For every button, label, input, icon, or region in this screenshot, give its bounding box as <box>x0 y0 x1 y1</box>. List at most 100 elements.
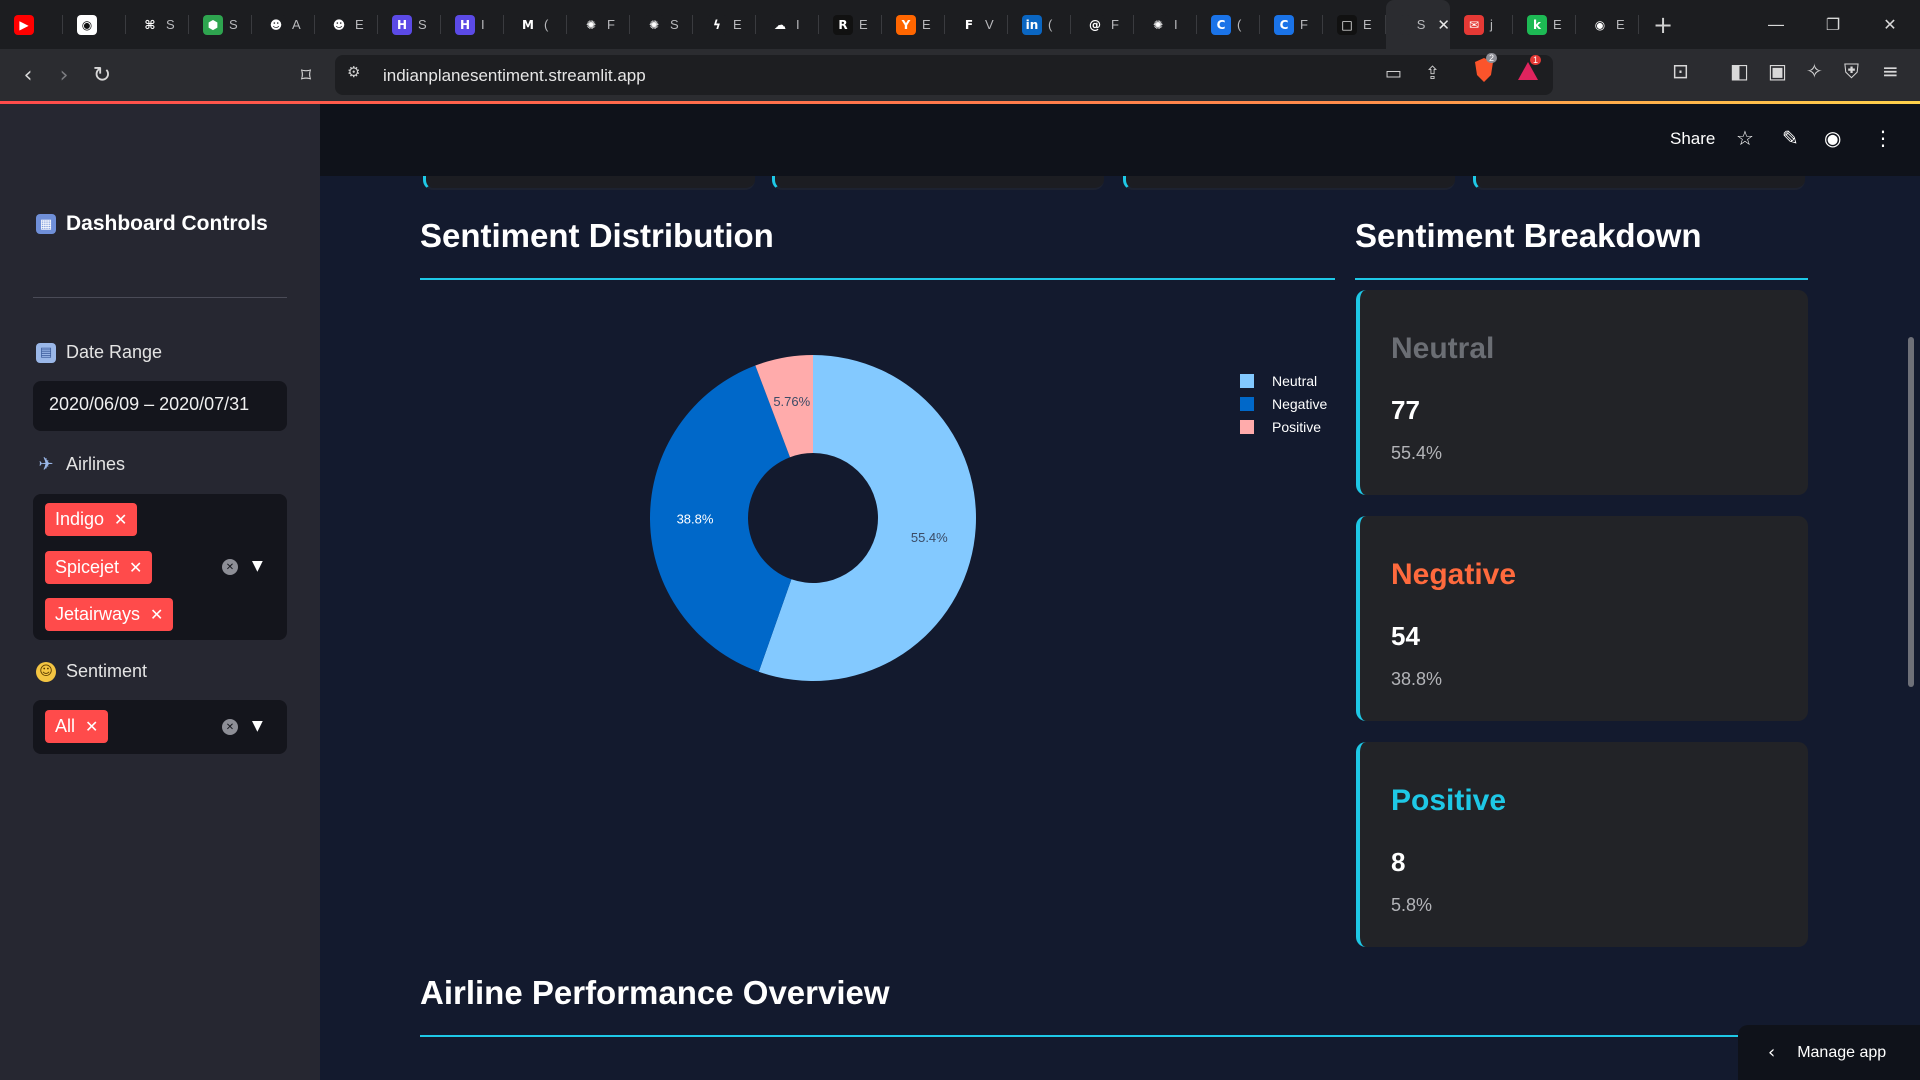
github-icon: ◉ <box>1590 14 1610 35</box>
metric-card-edge <box>1473 176 1805 190</box>
sentiment-donut-chart[interactable]: 55.4% 38.8% 5.76% Neutral Negative Positive <box>320 104 1340 744</box>
airline-chip[interactable]: Spicejet ✕ <box>45 551 153 584</box>
address-bar[interactable]: ⚙ indianplanesentiment.streamlit.app ▭ ⇪ <box>335 55 1553 95</box>
openai-icon: ✺ <box>581 14 601 35</box>
share-page-icon[interactable]: ⇪ <box>1425 63 1440 84</box>
site-info-icon[interactable]: ⚙ <box>347 63 360 81</box>
sidebar-divider <box>33 297 287 298</box>
remove-chip-icon[interactable]: ✕ <box>114 510 127 529</box>
browser-tab[interactable]: S ✕ <box>1386 0 1450 49</box>
browser-tab[interactable]: YE <box>882 0 945 49</box>
github-icon[interactable]: ◉ <box>1824 126 1841 150</box>
manage-app-label: Manage app <box>1797 1043 1887 1061</box>
new-tab-button[interactable]: + <box>1653 11 1673 39</box>
browser-tab[interactable]: ✺ I <box>1134 0 1197 49</box>
sidebar-toggle-icon[interactable]: ◧ <box>1730 59 1749 83</box>
airline-chip[interactable]: Jetairways ✕ <box>45 598 174 631</box>
airlines-multiselect[interactable]: Indigo ✕ Spicejet ✕ Jetairways ✕ ✕ ▼ <box>33 494 287 640</box>
chevron-down-icon[interactable]: ▼ <box>252 558 263 574</box>
clear-all-icon[interactable]: ✕ <box>222 719 238 735</box>
browser-tab[interactable]: ✺ S <box>630 0 693 49</box>
more-options-icon[interactable]: ⋮ <box>1873 126 1893 150</box>
browser-tab[interactable]: M( <box>504 0 567 49</box>
close-tab-icon[interactable]: ✕ <box>1437 16 1450 34</box>
remove-chip-icon[interactable]: ✕ <box>129 558 142 577</box>
menu-icon[interactable]: ≡ <box>1882 59 1899 83</box>
tab-title: A <box>292 17 301 32</box>
legend-swatch[interactable] <box>1240 374 1254 388</box>
browser-tab[interactable]: ◉ E <box>1576 0 1639 49</box>
command-icon: ⌘ <box>140 14 160 35</box>
clear-all-icon[interactable]: ✕ <box>222 559 238 575</box>
browser-tab[interactable]: ☁ I <box>756 0 819 49</box>
chevron-down-icon[interactable]: ▼ <box>252 718 263 734</box>
performance-heading: Airline Performance Overview <box>420 974 890 1011</box>
cast-icon[interactable]: ▭ <box>1385 63 1402 84</box>
browser-tab[interactable]: ✺ F <box>567 0 630 49</box>
square-icon: □ <box>1337 14 1357 35</box>
date-range-input[interactable]: 2020/06/09 – 2020/07/31 <box>33 381 287 431</box>
card-count: 54 <box>1391 621 1420 651</box>
edit-pencil-icon[interactable]: ✎ <box>1782 126 1799 150</box>
youtube-icon: ▶ <box>14 14 34 35</box>
restore-button[interactable]: ❐ <box>1805 0 1861 49</box>
scrollbar[interactable] <box>1908 337 1914 687</box>
remove-chip-icon[interactable]: ✕ <box>85 717 98 736</box>
browser-tab[interactable]: ☻ E <box>315 0 378 49</box>
browser-tab[interactable]: HI <box>441 0 504 49</box>
browser-tab[interactable]: ⌘ S <box>126 0 189 49</box>
person-icon: ☻ <box>266 14 286 35</box>
browser-tab[interactable]: C( <box>1197 0 1260 49</box>
browser-tab[interactable]: RE <box>819 0 882 49</box>
wallet-icon[interactable]: ▣ <box>1768 59 1787 83</box>
browser-tab[interactable]: in ( <box>1008 0 1071 49</box>
legend-label[interactable]: Negative <box>1272 396 1327 412</box>
brave-rewards-icon[interactable]: 1 <box>1516 55 1542 83</box>
share-button[interactable]: Share <box>1670 129 1715 149</box>
browser-tab[interactable]: ✉ j <box>1450 0 1513 49</box>
airline-chip[interactable]: Indigo ✕ <box>45 503 138 536</box>
reload-button[interactable]: ↻ <box>86 59 118 91</box>
browser-tab[interactable]: ϟE <box>693 0 756 49</box>
browser-tab[interactable]: HS <box>378 0 441 49</box>
legend-swatch[interactable] <box>1240 397 1254 411</box>
hashnode-icon: H <box>392 14 412 35</box>
browser-tab[interactable]: ◉ <box>63 0 126 49</box>
browser-tab[interactable]: ☻ A <box>252 0 315 49</box>
browser-tab[interactable]: CF <box>1260 0 1323 49</box>
leo-ai-icon[interactable]: ✧ <box>1806 59 1823 83</box>
legend-label[interactable]: Positive <box>1272 419 1321 435</box>
legend-swatch[interactable] <box>1240 420 1254 434</box>
minimize-button[interactable]: ― <box>1748 0 1804 49</box>
browser-tab-strip: ▶ ◉ ⌘ S ⬢ S ☻ A ☻ E H S H I M(✺ F ✺ Sϟ E ☁ I R E Y E F Vin(@ F ✺ I C(C… <box>0 0 1920 49</box>
positive-card: Positive 8 5.8% <box>1356 742 1808 947</box>
browser-tab[interactable]: ▶ <box>0 0 63 49</box>
vpn-icon[interactable]: ⛨ <box>1844 59 1859 83</box>
browser-tab[interactable]: @ F <box>1071 0 1134 49</box>
forward-button[interactable]: › <box>48 59 80 91</box>
close-window-button[interactable]: ✕ <box>1862 0 1918 49</box>
back-button[interactable]: ‹ <box>12 59 44 91</box>
pie-slice-negative[interactable] <box>650 365 792 672</box>
airlines-label-text: Airlines <box>66 454 126 474</box>
airlines-label: ✈ Airlines <box>36 454 125 475</box>
tab-title: ( <box>1048 17 1053 32</box>
tab-title: j <box>1490 17 1493 32</box>
remove-chip-icon[interactable]: ✕ <box>150 605 163 624</box>
legend-label[interactable]: Neutral <box>1272 373 1317 389</box>
browser-tab[interactable]: □ E <box>1323 0 1386 49</box>
c-logo-icon: C <box>1211 14 1231 35</box>
browser-tab[interactable]: ⬢ S <box>189 0 252 49</box>
star-icon[interactable]: ☆ <box>1736 126 1754 150</box>
sidebar: ▦ Dashboard Controls ▤ Date Range 2020/0… <box>0 104 320 1080</box>
sentiment-multiselect[interactable]: All ✕ ✕ ▼ <box>33 700 287 754</box>
sentiment-chip[interactable]: All ✕ <box>45 710 109 743</box>
card-percent: 5.8% <box>1391 895 1433 915</box>
browser-tab[interactable]: kE <box>1513 0 1576 49</box>
brave-shields-icon[interactable]: 2 <box>1473 53 1498 83</box>
bookmark-icon[interactable]: ⌑ <box>290 59 322 91</box>
shields-count-badge: 2 <box>1486 53 1498 63</box>
manage-app-button[interactable]: ‹ Manage app <box>1738 1025 1920 1080</box>
screenshot-icon[interactable]: ⊡ <box>1672 59 1689 83</box>
browser-tab[interactable]: FV <box>945 0 1008 49</box>
